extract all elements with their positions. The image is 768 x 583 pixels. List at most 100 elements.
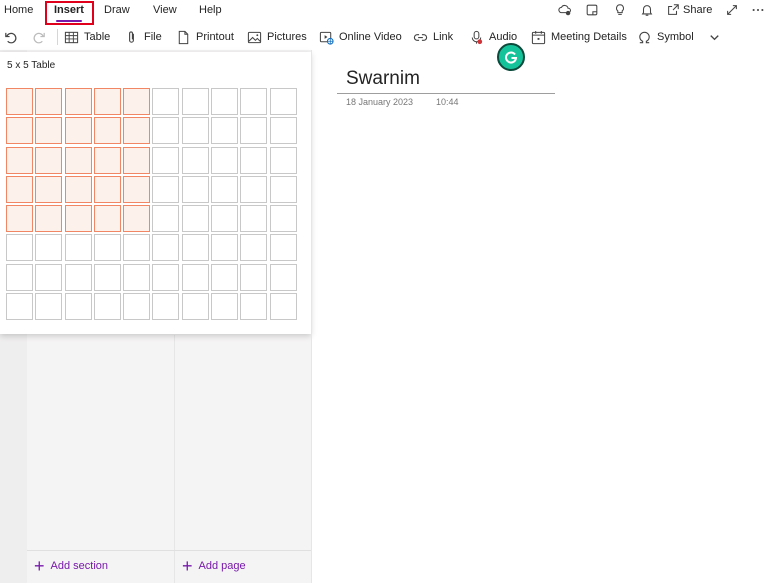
expand-icon[interactable]	[725, 3, 739, 17]
ribbon-overflow-button[interactable]	[707, 24, 722, 50]
table-grid-cell[interactable]	[211, 205, 239, 233]
table-grid-cell[interactable]	[93, 263, 121, 291]
table-grid-cell[interactable]	[6, 263, 33, 291]
table-grid-cell[interactable]	[6, 175, 33, 203]
table-grid-cell[interactable]	[35, 146, 63, 174]
table-grid-cell[interactable]	[211, 263, 239, 291]
table-grid-cell[interactable]	[35, 175, 63, 203]
table-grid-cell[interactable]	[64, 175, 92, 203]
table-grid-cell[interactable]	[6, 117, 33, 145]
table-grid-cell[interactable]	[35, 293, 63, 321]
table-grid-cell[interactable]	[64, 263, 92, 291]
share-button[interactable]: Share	[683, 4, 712, 16]
add-section-button[interactable]: + Add section	[34, 557, 108, 575]
lightbulb-icon[interactable]	[613, 3, 627, 17]
table-grid-cell[interactable]	[181, 205, 209, 233]
table-grid-cell[interactable]	[152, 146, 180, 174]
table-grid-cell[interactable]	[152, 234, 180, 262]
table-grid-cell[interactable]	[35, 117, 63, 145]
table-grid-cell[interactable]	[64, 117, 92, 145]
table-grid-cell[interactable]	[152, 293, 180, 321]
sync-cloud-icon[interactable]	[558, 3, 572, 17]
table-grid-cell[interactable]	[211, 234, 239, 262]
table-grid-cell[interactable]	[6, 234, 33, 262]
table-grid-cell[interactable]	[93, 146, 121, 174]
table-grid-cell[interactable]	[181, 234, 209, 262]
table-grid-cell[interactable]	[64, 146, 92, 174]
table-grid-cell[interactable]	[64, 205, 92, 233]
table-grid-cell[interactable]	[123, 234, 151, 262]
insert-printout-button[interactable]: Printout	[176, 24, 234, 50]
table-grid-cell[interactable]	[240, 88, 268, 115]
tab-home[interactable]: Home	[4, 4, 33, 16]
table-grid-cell[interactable]	[269, 234, 297, 262]
table-grid-cell[interactable]	[123, 146, 151, 174]
table-grid-cell[interactable]	[181, 263, 209, 291]
table-grid-cell[interactable]	[240, 293, 268, 321]
insert-table-button[interactable]: Table	[64, 24, 110, 50]
table-grid-cell[interactable]	[35, 234, 63, 262]
table-grid-cell[interactable]	[35, 263, 63, 291]
table-grid-cell[interactable]	[35, 205, 63, 233]
table-grid-cell[interactable]	[64, 293, 92, 321]
table-grid-cell[interactable]	[211, 117, 239, 145]
table-grid-cell[interactable]	[181, 117, 209, 145]
tab-view[interactable]: View	[153, 4, 177, 16]
table-grid-cell[interactable]	[240, 117, 268, 145]
table-grid-cell[interactable]	[211, 293, 239, 321]
table-grid-cell[interactable]	[123, 293, 151, 321]
table-grid-cell[interactable]	[6, 88, 33, 115]
table-grid-cell[interactable]	[269, 205, 297, 233]
table-grid-cell[interactable]	[6, 293, 33, 321]
table-grid-cell[interactable]	[93, 205, 121, 233]
table-grid-cell[interactable]	[269, 263, 297, 291]
tab-help[interactable]: Help	[199, 4, 222, 16]
tab-insert[interactable]: Insert	[54, 4, 84, 16]
more-options-icon[interactable]	[751, 3, 765, 17]
insert-symbol-button[interactable]: Symbol	[637, 24, 694, 50]
table-grid-cell[interactable]	[211, 88, 239, 115]
table-grid-cell[interactable]	[181, 146, 209, 174]
table-grid-cell[interactable]	[152, 117, 180, 145]
table-grid-cell[interactable]	[269, 146, 297, 174]
table-grid-cell[interactable]	[123, 117, 151, 145]
page-title[interactable]: Swarnim	[346, 68, 420, 90]
bell-icon[interactable]	[640, 3, 654, 17]
insert-meeting-details-button[interactable]: Meeting Details	[531, 24, 627, 50]
insert-file-button[interactable]: File	[124, 24, 162, 50]
table-grid-cell[interactable]	[152, 175, 180, 203]
table-grid-cell[interactable]	[93, 175, 121, 203]
table-grid-cell[interactable]	[93, 293, 121, 321]
share-icon[interactable]	[666, 3, 680, 17]
table-grid-cell[interactable]	[123, 88, 151, 115]
insert-pictures-button[interactable]: Pictures	[247, 24, 307, 50]
table-grid-cell[interactable]	[123, 263, 151, 291]
table-grid-cell[interactable]	[64, 234, 92, 262]
table-grid-cell[interactable]	[93, 88, 121, 115]
table-grid-cell[interactable]	[269, 175, 297, 203]
insert-link-button[interactable]: Link	[413, 24, 453, 50]
table-grid-cell[interactable]	[240, 263, 268, 291]
table-grid-cell[interactable]	[240, 146, 268, 174]
table-grid-cell[interactable]	[123, 205, 151, 233]
insert-online-video-button[interactable]: Online Video	[319, 24, 402, 50]
table-grid-cell[interactable]	[152, 205, 180, 233]
table-grid-cell[interactable]	[152, 263, 180, 291]
table-grid-cell[interactable]	[35, 88, 63, 115]
table-grid-cell[interactable]	[64, 88, 92, 115]
tab-draw[interactable]: Draw	[104, 4, 130, 16]
table-grid-cell[interactable]	[240, 175, 268, 203]
sticky-note-icon[interactable]	[585, 3, 599, 17]
redo-button[interactable]	[32, 24, 47, 50]
grammarly-button[interactable]	[497, 43, 525, 71]
table-grid-cell[interactable]	[269, 117, 297, 145]
table-grid-cell[interactable]	[6, 205, 33, 233]
table-grid-cell[interactable]	[181, 175, 209, 203]
table-grid-cell[interactable]	[152, 88, 180, 115]
table-grid-cell[interactable]	[181, 88, 209, 115]
undo-button[interactable]	[3, 24, 18, 50]
table-grid-cell[interactable]	[240, 205, 268, 233]
table-grid-cell[interactable]	[123, 175, 151, 203]
table-grid-cell[interactable]	[211, 175, 239, 203]
add-page-button[interactable]: + Add page	[182, 557, 246, 575]
